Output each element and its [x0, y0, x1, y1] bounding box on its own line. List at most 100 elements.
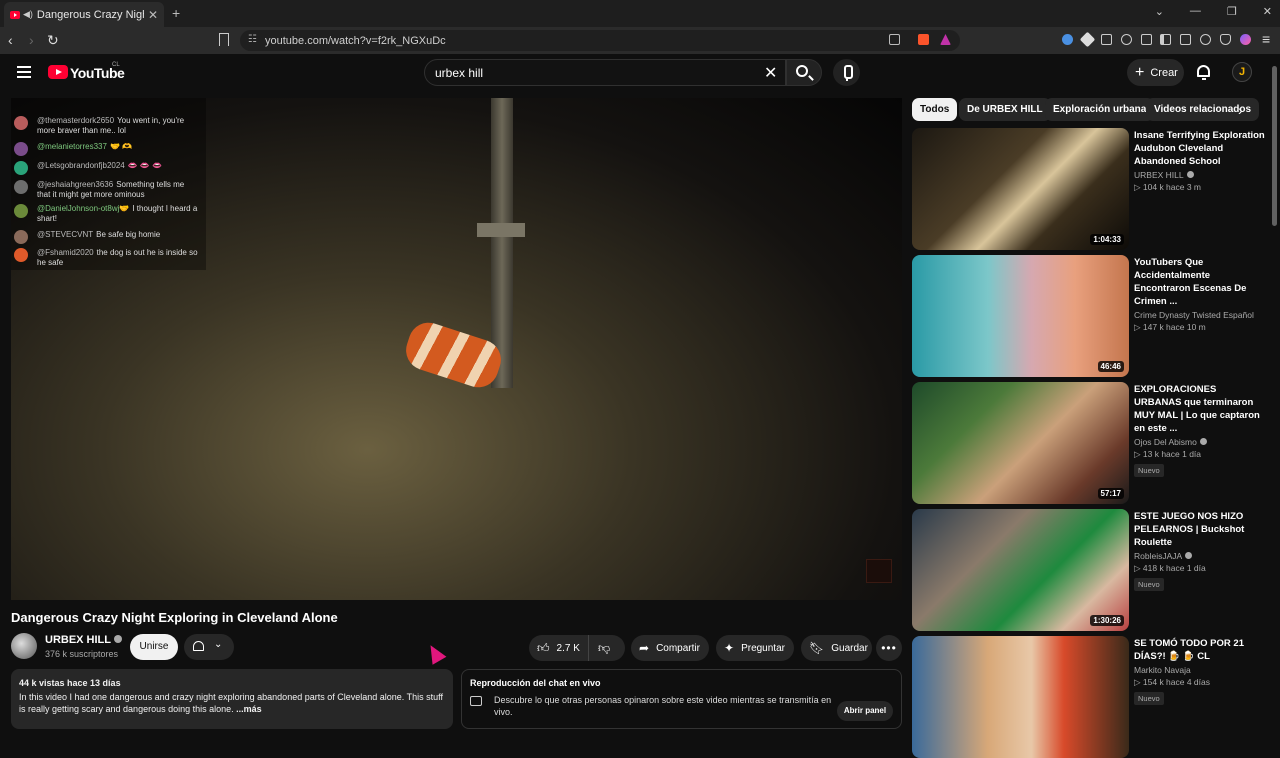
- recommendation-thumbnail[interactable]: 57:17: [912, 382, 1129, 504]
- bookmarks-icon[interactable]: [1141, 34, 1152, 45]
- dislike-button[interactable]: 👎︎: [598, 641, 610, 656]
- chip-urban-exploration[interactable]: Exploración urbana: [1045, 98, 1155, 121]
- recommendation-channel[interactable]: Crime Dynasty Twisted Español: [1134, 310, 1254, 320]
- overlay-chat-message: @themasterdork2650 You went in, you're mo…: [14, 116, 199, 136]
- create-button[interactable]: + Crear: [1127, 59, 1184, 86]
- like-button[interactable]: 👍︎ 2.7 K: [529, 635, 589, 661]
- verified-badge-icon: [1186, 171, 1194, 178]
- sidebar-icon[interactable]: [1160, 34, 1171, 45]
- chat-avatar: [14, 116, 28, 130]
- wallet-icon[interactable]: [1180, 34, 1191, 45]
- recommendation-thumbnail[interactable]: 1:30:26: [912, 509, 1129, 631]
- share-button[interactable]: ➦ Compartir: [631, 635, 709, 661]
- close-tab-icon[interactable]: ✕: [148, 8, 158, 22]
- voice-search-icon[interactable]: [833, 59, 860, 86]
- save-label: Guardar: [831, 642, 868, 654]
- extension-icon[interactable]: [1079, 31, 1096, 48]
- save-bookmark-icon: 🔖︎: [809, 641, 825, 655]
- recommendation-channel[interactable]: URBEX HILL: [1134, 170, 1184, 180]
- chat-avatar: [14, 230, 28, 244]
- chevron-right-icon[interactable]: ›: [1238, 102, 1243, 118]
- video-title: Dangerous Crazy Night Exploring in Cleve…: [11, 610, 338, 625]
- recommendation-item[interactable]: 57:17 EXPLORACIONES URBANAS que terminaro…: [912, 382, 1268, 504]
- reload-icon[interactable]: ↻: [47, 32, 59, 49]
- browser-menu-icon[interactable]: ≡: [1262, 31, 1270, 47]
- new-badge: Nuevo: [1134, 578, 1164, 591]
- channel-name[interactable]: URBEX HILL: [45, 634, 122, 646]
- recommendation-title[interactable]: EXPLORACIONES URBANAS que terminaron MUY…: [1134, 383, 1266, 435]
- video-player[interactable]: @themasterdork2650 You went in, you're mo…: [11, 98, 902, 600]
- recommendation-channel[interactable]: Markito Navaja: [1134, 665, 1191, 675]
- recommendation-title[interactable]: ESTE JUEGO NOS HIZO PELEARNOS | Buckshot…: [1134, 510, 1266, 549]
- speaker-icon[interactable]: ◀): [23, 9, 33, 20]
- search-input[interactable]: urbex hill: [424, 59, 786, 86]
- maximize-icon[interactable]: ❐: [1227, 5, 1237, 18]
- recommendation-item[interactable]: 1:04:33 Insane Terrifying Exploration Aud…: [912, 128, 1268, 250]
- brave-shields-icon[interactable]: [918, 34, 929, 45]
- save-button[interactable]: 🔖︎ Guardar: [801, 635, 872, 661]
- recommendation-thumbnail[interactable]: 1:04:33: [912, 128, 1129, 250]
- overlay-chat-message: @STEVECVNT Be safe big homie: [14, 230, 199, 244]
- search-icon[interactable]: [796, 65, 808, 77]
- forward-icon[interactable]: ›: [29, 32, 34, 48]
- chat-username: @Letsgobrandonfjb2024: [37, 161, 125, 170]
- site-info-icon[interactable]: ☷: [248, 34, 257, 45]
- filter-chips: Todos De URBEX HILL Exploración urbana V…: [912, 98, 1262, 122]
- recommendation-channel[interactable]: Ojos Del Abismo: [1134, 437, 1197, 447]
- recommendation-item[interactable]: 46:46 YouTubers Que Accidentalmente Encon…: [912, 255, 1268, 377]
- chat-username: @DanielJohnson-ot8wj🤝: [37, 204, 130, 213]
- bookmark-icon[interactable]: [219, 33, 229, 46]
- url-field[interactable]: ☷ youtube.com/watch?v=f2rk_NGXuDc: [240, 30, 960, 51]
- chat-username: @jeshaiahgreen3636: [37, 180, 114, 189]
- vpn-shield-icon[interactable]: [1220, 34, 1231, 45]
- join-button[interactable]: Unirse: [130, 634, 178, 660]
- hamburger-menu-icon[interactable]: [17, 66, 31, 78]
- youtube-logo-icon[interactable]: [48, 65, 68, 79]
- open-panel-button[interactable]: Abrir panel: [837, 701, 893, 721]
- minimize-icon[interactable]: —: [1190, 5, 1201, 18]
- ask-button[interactable]: ✦ Preguntar: [716, 635, 794, 661]
- recommendation-meta: ▷ 13 k hace 1 día: [1134, 449, 1202, 459]
- new-tab-icon[interactable]: +: [172, 5, 180, 21]
- recommendation-item[interactable]: 1:30:26 ESTE JUEGO NOS HIZO PELEARNOS | B…: [912, 509, 1268, 631]
- tab-list-chevron-icon[interactable]: ⌄: [1155, 5, 1164, 18]
- chat-text: Be safe big homie: [96, 230, 161, 239]
- views-and-date: 44 k vistas hace 13 días: [19, 678, 121, 688]
- sparkle-icon: ✦: [724, 641, 735, 655]
- cast-icon[interactable]: [889, 34, 900, 45]
- chip-channel[interactable]: De URBEX HILL: [959, 98, 1051, 121]
- show-more-link[interactable]: ...más: [236, 704, 262, 714]
- notifications-bell-icon[interactable]: [1197, 65, 1210, 80]
- live-chat-heading: Reproducción del chat en vivo: [470, 678, 601, 688]
- recommendation-item[interactable]: SE TOMÓ TODO POR 21 DÍAS?! 🍺 🍺 CL Markito…: [912, 636, 1268, 758]
- overlay-chat-message: @DanielJohnson-ot8wj🤝 I thought I heard a…: [14, 204, 199, 224]
- overlay-chat: @themasterdork2650 You went in, you're mo…: [11, 98, 206, 270]
- recommendation-title[interactable]: Insane Terrifying Exploration Audubon Cl…: [1134, 129, 1266, 168]
- extension-icon[interactable]: [1101, 34, 1112, 45]
- subscription-bell-button[interactable]: ⌄: [184, 634, 234, 660]
- description-box[interactable]: 44 k vistas hace 13 días In this video I…: [11, 669, 453, 729]
- wallet-extension-icon[interactable]: [1062, 34, 1073, 45]
- recommendation-title[interactable]: SE TOMÓ TODO POR 21 DÍAS?! 🍺 🍺 CL: [1134, 637, 1266, 663]
- close-window-icon[interactable]: ✕: [1263, 5, 1272, 18]
- share-label: Compartir: [656, 642, 700, 654]
- puzzle-extensions-icon[interactable]: [1121, 34, 1132, 45]
- channel-watermark[interactable]: [866, 559, 892, 583]
- clear-search-icon[interactable]: ✕: [764, 63, 777, 83]
- country-code: CL: [112, 62, 120, 68]
- account-avatar[interactable]: J: [1232, 62, 1252, 82]
- chip-todos[interactable]: Todos: [912, 98, 958, 121]
- profile-icon[interactable]: [1240, 34, 1251, 45]
- overlay-chat-message: @Letsgobrandonfjb2024 👄 👄 👄: [14, 161, 199, 175]
- browser-tab[interactable]: ◀) Dangerous Crazy Night Exploring ✕: [4, 2, 164, 27]
- back-icon[interactable]: ‹: [8, 32, 13, 48]
- channel-avatar[interactable]: [11, 633, 37, 659]
- thumbs-up-icon: 👍︎: [537, 640, 550, 655]
- recommendation-thumbnail[interactable]: 46:46: [912, 255, 1129, 377]
- page-scrollbar[interactable]: [1272, 66, 1277, 226]
- recommendation-channel[interactable]: RobleisJAJA: [1134, 551, 1182, 561]
- leo-icon[interactable]: [1200, 34, 1211, 45]
- more-actions-icon[interactable]: •••: [876, 635, 902, 661]
- recommendation-thumbnail[interactable]: [912, 636, 1129, 758]
- recommendation-title[interactable]: YouTubers Que Accidentalmente Encontraro…: [1134, 256, 1266, 308]
